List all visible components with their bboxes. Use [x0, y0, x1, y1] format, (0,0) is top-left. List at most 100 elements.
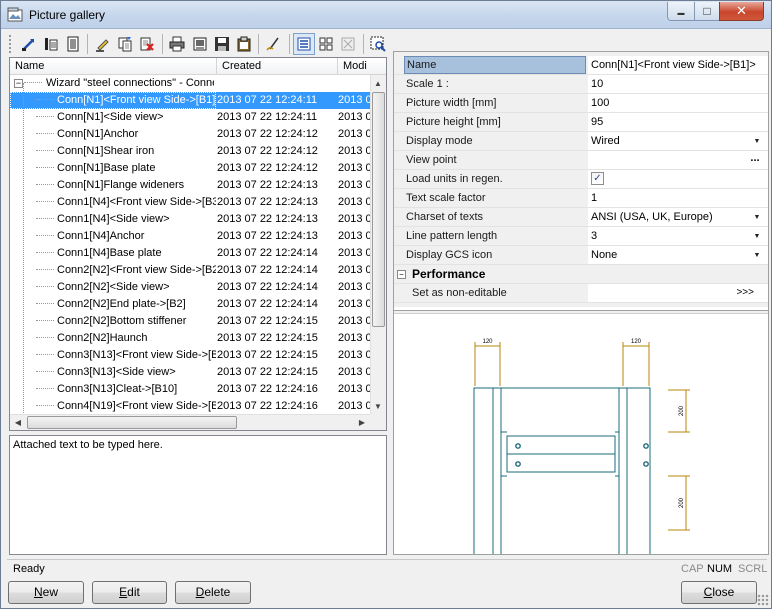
dimension-label: 120 [482, 339, 493, 345]
list-item-created: 2013 07 22 12:24:11 [217, 111, 318, 123]
column-header-name[interactable]: Name [10, 58, 217, 75]
list-item[interactable]: Conn[N1]Base plate 2013 07 22 12:24:12 201… [10, 160, 370, 177]
close-window-button[interactable]: ✕ [719, 2, 764, 21]
copy-picture-button[interactable] [115, 33, 136, 55]
print-preview-button[interactable] [189, 33, 210, 55]
list-item-modified: 2013 0 [338, 366, 370, 378]
list-item-name: Conn2[N2]<Front view Side->[B2]: [10, 262, 216, 279]
list-item-created: 2013 07 22 12:24:14 [217, 298, 318, 310]
list-item[interactable]: Conn1[N4]Base plate 2013 07 22 12:24:14 20… [10, 245, 370, 262]
insert-from-file-button[interactable] [40, 33, 61, 55]
list-item[interactable]: Conn1[N4]<Side view> 2013 07 22 12:24:13 2… [10, 211, 370, 228]
save-button[interactable] [211, 33, 232, 55]
list-item[interactable]: Conn1[N4]<Front view Side->[B3]: 2013 07 … [10, 194, 370, 211]
list-item[interactable]: Conn1[N4]Anchor 2013 07 22 12:24:13 2013 0 [10, 228, 370, 245]
minimize-button[interactable]: ▬ [667, 2, 695, 21]
delete-button[interactable]: Delete [175, 581, 251, 604]
maximize-button[interactable]: □ [694, 2, 720, 21]
group-collapse-icon[interactable]: − [397, 270, 406, 279]
bolt [643, 443, 649, 449]
list-item-modified: 2013 0 [338, 315, 370, 327]
toolbar-grip[interactable] [9, 35, 13, 53]
edit-pen-icon [266, 37, 279, 51]
properties-button[interactable] [62, 33, 83, 55]
list-item[interactable]: Conn2[N2]Bottom stiffener 2013 07 22 12:2… [10, 313, 370, 330]
property-value[interactable]: None ▼ [588, 246, 768, 264]
details-view-button[interactable] [293, 33, 315, 55]
toolbar-separator [258, 34, 260, 54]
property-value[interactable]: ✓ [588, 170, 768, 188]
scroll-up-icon[interactable]: ▲ [370, 75, 386, 91]
list-item-created: 2013 07 22 12:24:15 [217, 315, 318, 327]
close-button[interactable]: Close [681, 581, 757, 604]
attached-text-area[interactable]: Attached text to be typed here. [9, 435, 387, 555]
print-button[interactable] [167, 33, 188, 55]
dropdown-arrow-icon[interactable]: ▼ [750, 135, 764, 148]
dropdown-arrow-icon[interactable]: ▼ [750, 230, 764, 243]
rename-button[interactable] [92, 33, 113, 55]
list-item[interactable]: Conn4[N19]<Front view Side->[B1 2013 07 2… [10, 398, 370, 415]
scroll-left-icon[interactable]: ◀ [10, 414, 26, 430]
tree-root-row[interactable]: − Wizard "steel connections" - Conne [10, 75, 370, 92]
list-item[interactable]: Conn[N1]<Side view> 2013 07 22 12:24:11 20… [10, 109, 370, 126]
vertical-scroll-thumb[interactable] [372, 92, 385, 327]
dropdown-arrow-icon[interactable]: ▼ [750, 249, 764, 262]
scroll-down-icon[interactable]: ▼ [370, 398, 386, 414]
list-item-created: 2013 07 22 12:24:12 [217, 145, 318, 157]
set-non-editable-button[interactable]: >>> [736, 284, 754, 302]
delete-picture-icon [140, 37, 155, 51]
list-item[interactable]: Conn2[N2]Haunch 2013 07 22 12:24:15 2013 0 [10, 330, 370, 347]
property-value[interactable]: 10 [588, 75, 768, 93]
edit-button[interactable]: Edit [92, 581, 167, 604]
property-group-performance[interactable]: − Performance [394, 265, 768, 284]
thumbnails-view-button[interactable] [316, 33, 337, 55]
list-item[interactable]: Conn3[N13]Cleat->[B10] 2013 07 22 12:24:1… [10, 381, 370, 398]
bolt [515, 443, 521, 449]
disabled-view-button [338, 33, 359, 55]
property-value[interactable]: 95 [588, 113, 768, 131]
list-item[interactable]: Conn3[N13]<Side view> 2013 07 22 12:24:15… [10, 364, 370, 381]
load-units-checkbox[interactable]: ✓ [591, 172, 604, 185]
list-item-created: 2013 07 22 12:24:15 [217, 332, 318, 344]
property-value[interactable]: 3 ▼ [588, 227, 768, 245]
list-item[interactable]: Conn[N1]<Front view Side->[B1]> 2013 07 2… [10, 92, 370, 109]
maximize-icon: □ [703, 4, 711, 18]
list-item-name: Conn1[N4]Base plate [10, 245, 216, 262]
column-header-modified[interactable]: Modi [338, 58, 386, 75]
list-item[interactable]: Conn[N1]Anchor 2013 07 22 12:24:12 2013 0 [10, 126, 370, 143]
zoom-preview-button[interactable] [368, 33, 389, 55]
property-value[interactable]: >>> [588, 284, 768, 302]
property-label: Text scale factor [406, 192, 486, 204]
list-rows: − Wizard "steel connections" - Conne Con… [10, 75, 370, 415]
insert-picture-button[interactable] [18, 33, 39, 55]
edit-pen-button[interactable] [263, 33, 284, 55]
resize-grip[interactable] [757, 594, 769, 606]
property-value[interactable]: Conn[N1]<Front view Side->[B1]> [588, 56, 768, 74]
horizontal-scroll-thumb[interactable] [27, 416, 237, 429]
list-item[interactable]: Conn2[N2]End plate->[B2] 2013 07 22 12:24… [10, 296, 370, 313]
list-item[interactable]: Conn2[N2]<Front view Side->[B2]: 2013 07 … [10, 262, 370, 279]
column-header-created[interactable]: Created [217, 58, 338, 75]
dropdown-arrow-icon[interactable]: ▼ [750, 211, 764, 224]
list-item-modified: 2013 0 [338, 332, 370, 344]
list-item-name: Conn2[N2]Haunch [10, 330, 216, 347]
property-value[interactable]: ANSI (USA, UK, Europe) ▼ [588, 208, 768, 226]
list-item[interactable]: Conn3[N13]<Front view Side->[B1 2013 07 2… [10, 347, 370, 364]
property-value[interactable]: 1 [588, 189, 768, 207]
properties-icon [67, 36, 79, 52]
delete-picture-button[interactable] [137, 33, 158, 55]
list-item-name: Conn[N1]<Front view Side->[B1]> [10, 92, 216, 109]
property-value[interactable]: 100 [588, 94, 768, 112]
list-item[interactable]: Conn2[N2]<Side view> 2013 07 22 12:24:14 2… [10, 279, 370, 296]
property-row: Display GCS icon None ▼ [394, 246, 768, 265]
property-value[interactable]: ... [588, 151, 768, 169]
list-item[interactable]: Conn[N1]Flange wideners 2013 07 22 12:24:… [10, 177, 370, 194]
list-item[interactable]: Conn[N1]Shear iron 2013 07 22 12:24:12 201… [10, 143, 370, 160]
clipboard-button[interactable] [233, 33, 254, 55]
new-button[interactable]: New [8, 581, 84, 604]
view-point-browse-button[interactable]: ... [746, 151, 764, 168]
scroll-right-icon[interactable]: ▶ [354, 414, 370, 430]
property-value[interactable]: Wired ▼ [588, 132, 768, 150]
list-item-created: 2013 07 22 12:24:14 [217, 281, 318, 293]
collapse-toggle-icon[interactable]: − [14, 79, 23, 88]
